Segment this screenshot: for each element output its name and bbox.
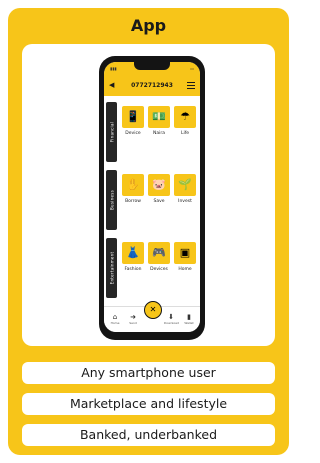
app-card: App ▮▮▮ ▭ ◀ 0772712943 Financial Busines… [8,8,289,455]
tile-invest[interactable]: 🌱 [174,174,196,196]
phone-notch [134,62,170,70]
phone-icon: 📱 [126,110,140,123]
tile-life[interactable]: ☂ [174,106,196,128]
side-tab-entertainment[interactable]: Entertainment [106,238,117,298]
menu-icon[interactable] [187,82,195,89]
nav-wallet[interactable]: ▮ Wallet [182,313,196,325]
tile-label: Device [125,131,141,136]
tile-devices[interactable]: 🎮 [148,242,170,264]
phone-panel: ▮▮▮ ▭ ◀ 0772712943 Financial Business En… [22,44,275,346]
dress-icon: 👗 [126,246,140,259]
tile-label: Invest [178,199,192,204]
gamepad-icon: 🎮 [152,246,166,259]
wallet-icon: ▮ [187,313,191,321]
tile-naira[interactable]: 💵 [148,106,170,128]
tile-label: Devices [150,267,168,272]
download-icon: ⬇ [168,313,174,321]
app-header: ◀ 0772712943 [104,76,200,96]
center-action-button[interactable]: ✕ [144,301,162,319]
tile-label: Fashion [124,267,142,272]
center-action-icon: ✕ [149,305,157,314]
side-tab-business[interactable]: Business [106,170,117,230]
appliance-icon: ▣ [179,246,191,259]
nav-download[interactable]: ⬇ Download [164,313,179,325]
tile-home[interactable]: ▣ [174,242,196,264]
card-title: App [130,16,167,35]
tile-label: Home [178,267,192,272]
tile-label: Save [153,199,165,204]
money-icon: 💵 [152,110,166,123]
phone-mockup: ▮▮▮ ▭ ◀ 0772712943 Financial Business En… [99,56,205,340]
side-tab-financial[interactable]: Financial [106,102,117,162]
nav-send[interactable]: ➜ Send [126,313,140,325]
bottom-nav: ⌂ Home ➜ Send ✕ ⬇ Download ▮ Wallet [104,301,200,332]
send-icon: ➜ [130,313,136,321]
tile-label: Life [180,131,190,136]
tile-fashion[interactable]: 👗 [122,242,144,264]
umbrella-icon: ☂ [180,110,190,123]
nav-home[interactable]: ⌂ Home [108,313,122,325]
app-header-number: 0772712943 [131,82,173,89]
tile-borrow[interactable]: ✋ [122,174,144,196]
plant-icon: 🌱 [178,178,192,191]
piggy-bank-icon: 🐷 [152,178,166,191]
tile-save[interactable]: 🐷 [148,174,170,196]
signal-icon: ▮▮▮ [110,66,117,71]
hand-icon: ✋ [126,178,140,191]
feature-pill: Any smartphone user [22,362,275,384]
tile-device[interactable]: 📱 [122,106,144,128]
phone-screen: ▮▮▮ ▭ ◀ 0772712943 Financial Business En… [104,62,200,332]
home-icon: ⌂ [112,313,118,321]
battery-icon: ▭ [190,66,194,71]
back-icon[interactable]: ◀ [109,81,114,89]
tile-label: Naira [153,131,165,136]
tile-label: Borrow [125,199,141,204]
feature-pill: Banked, underbanked [22,424,275,446]
feature-pill: Marketplace and lifestyle [22,393,275,415]
